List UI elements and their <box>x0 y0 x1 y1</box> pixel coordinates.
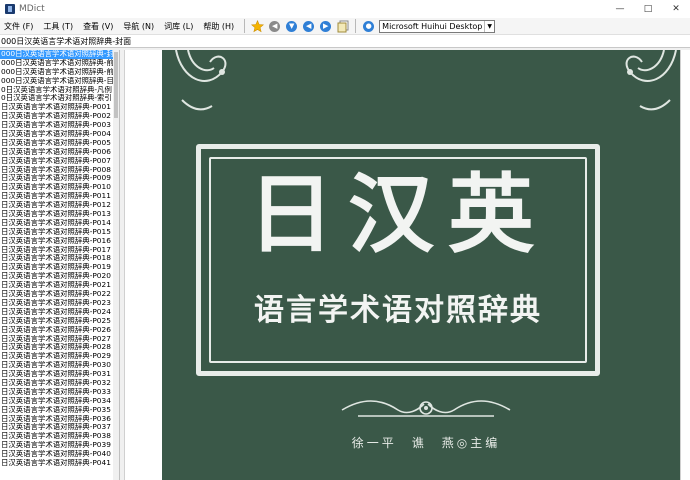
menu-navigate[interactable]: 导航 (N) <box>119 18 160 35</box>
down-arrow-icon[interactable]: ▼ <box>285 20 298 33</box>
word-list-item[interactable]: 日汉英语言学术语对照辞典-P014 <box>0 219 114 228</box>
minimize-button[interactable]: — <box>606 0 634 18</box>
word-list-item[interactable]: 日汉英语言学术语对照辞典-P038 <box>0 432 114 441</box>
word-list: 000日汉英语言学术语对照辞典-封面 000日汉英语言学术语对照辞典-前言1 000… <box>0 50 114 468</box>
word-list-item[interactable]: 日汉英语言学术语对照辞典-P035 <box>0 406 114 415</box>
word-list-item[interactable]: 日汉英语言学术语对照辞典-P002 <box>0 112 114 121</box>
word-list-item[interactable]: 日汉英语言学术语对照辞典-P032 <box>0 379 114 388</box>
word-list-item[interactable]: 日汉英语言学术语对照辞典-P023 <box>0 299 114 308</box>
word-list-item[interactable]: 日汉英语言学术语对照辞典-P029 <box>0 352 114 361</box>
word-list-item[interactable]: 日汉英语言学术语对照辞典-P025 <box>0 317 114 326</box>
word-list-item[interactable]: 日汉英语言学术语对照辞典-P004 <box>0 130 114 139</box>
word-list-item[interactable]: 日汉英语言学术语对照辞典-P028 <box>0 343 114 352</box>
word-list-item[interactable]: 日汉英语言学术语对照辞典-P040 <box>0 450 114 459</box>
word-list-item[interactable]: 日汉英语言学术语对照辞典-P001 <box>0 103 114 112</box>
word-list-item[interactable]: 日汉英语言学术语对照辞典-P005 <box>0 139 114 148</box>
word-list-item[interactable]: 000日汉英语言学术语对照辞典-前言2 <box>0 68 114 77</box>
word-list-item[interactable]: 日汉英语言学术语对照辞典-P013 <box>0 210 114 219</box>
search-input[interactable]: 000日汉英语言学术语对照辞典-封面 <box>0 35 690 48</box>
cover-title: 日汉英 <box>248 164 548 265</box>
maximize-button[interactable]: □ <box>634 0 662 18</box>
word-list-item[interactable]: 日汉英语言学术语对照辞典-P034 <box>0 397 114 406</box>
word-list-item[interactable]: 日汉英语言学术语对照辞典-P036 <box>0 415 114 424</box>
cover-authors: 徐一平 谯 燕◎主编 <box>351 436 501 450</box>
title-bar: MDict — □ ✕ <box>0 0 690 18</box>
chevron-down-icon: ▼ <box>484 20 495 32</box>
favorites-star-icon[interactable] <box>251 19 265 33</box>
word-list-item[interactable]: 000日汉英语言学术语对照辞典-前言1 <box>0 59 114 68</box>
ornament-top-icon <box>175 50 677 111</box>
word-list-item[interactable]: 000日汉英语言学术语对照辞典-目录 <box>0 77 114 86</box>
word-list-item[interactable]: 日汉英语言学术语对照辞典-P041 <box>0 459 114 468</box>
menu-file[interactable]: 文件 (F) <box>0 18 39 35</box>
toolbar-separator <box>244 19 246 33</box>
word-list-item[interactable]: 0日汉英语言学术语对照辞典-凡例 <box>0 86 114 95</box>
left-arrow-icon[interactable]: ◀ <box>302 20 315 33</box>
menu-help[interactable]: 帮助 (H) <box>199 18 240 35</box>
voice-select-value: Microsoft Huihui Desktop - C <box>382 21 496 31</box>
word-list-item[interactable]: 日汉英语言学术语对照辞典-P030 <box>0 361 114 370</box>
word-list-scrollbar[interactable] <box>113 50 119 480</box>
word-list-item[interactable]: 日汉英语言学术语对照辞典-P008 <box>0 166 114 175</box>
menu-view[interactable]: 查看 (V) <box>79 18 119 35</box>
word-list-item[interactable]: 日汉英语言学术语对照辞典-P007 <box>0 157 114 166</box>
word-list-item[interactable]: 日汉英语言学术语对照辞典-P020 <box>0 272 114 281</box>
cover-subtitle: 语言学术语对照辞典 <box>254 293 542 328</box>
word-list-item[interactable]: 日汉英语言学术语对照辞典-P024 <box>0 308 114 317</box>
word-list-item[interactable]: 日汉英语言学术语对照辞典-P019 <box>0 263 114 272</box>
word-list-item[interactable]: 日汉英语言学术语对照辞典-P039 <box>0 441 114 450</box>
menu-toolbar: 文件 (F) 工具 (T) 查看 (V) 导航 (N) 词库 (L) 帮助 (H… <box>0 18 690 35</box>
cover-title-frame: 日汉英 语言学术语对照辞典 <box>196 144 600 376</box>
word-list-item[interactable]: 日汉英语言学术语对照辞典-P026 <box>0 326 114 335</box>
mdict-app-icon <box>5 4 15 14</box>
word-list-item[interactable]: 日汉英语言学术语对照辞典-P027 <box>0 335 114 344</box>
window-controls: — □ ✕ <box>606 0 690 18</box>
menu-library[interactable]: 词库 (L) <box>160 18 199 35</box>
window-title: MDict <box>19 4 45 14</box>
ornament-bottom-icon <box>341 400 511 417</box>
word-list-item[interactable]: 日汉英语言学术语对照辞典-P009 <box>0 174 114 183</box>
word-list-panel: 000日汉英语言学术语对照辞典-封面 000日汉英语言学术语对照辞典-前言1 000… <box>0 50 120 480</box>
voice-select[interactable]: Microsoft Huihui Desktop - C ▼ <box>379 19 496 33</box>
word-list-item[interactable]: 日汉英语言学术语对照辞典-P010 <box>0 183 114 192</box>
toolbar-separator <box>355 19 357 33</box>
word-list-item[interactable]: 日汉英语言学术语对照辞典-P033 <box>0 388 114 397</box>
word-list-item[interactable]: 日汉英语言学术语对照辞典-P012 <box>0 201 114 210</box>
book-cover-image: 日汉英 语言学术语对照辞典 徐一平 谯 燕◎主编 <box>162 50 690 480</box>
word-list-item[interactable]: 日汉英语言学术语对照辞典-P031 <box>0 370 114 379</box>
word-list-item[interactable]: 0日汉英语言学术语对照辞典-索引 <box>0 94 114 103</box>
close-button[interactable]: ✕ <box>662 0 690 18</box>
entry-content-pane: 日汉英 语言学术语对照辞典 徐一平 谯 燕◎主编 <box>124 50 690 480</box>
scrollbar-thumb[interactable] <box>114 52 118 118</box>
speaker-icon[interactable]: ● <box>362 20 375 33</box>
word-list-item[interactable]: 日汉英语言学术语对照辞典-P021 <box>0 281 114 290</box>
word-list-item[interactable]: 日汉英语言学术语对照辞典-P006 <box>0 148 114 157</box>
menu-tools[interactable]: 工具 (T) <box>39 18 79 35</box>
word-list-item[interactable]: 日汉英语言学术语对照辞典-P003 <box>0 121 114 130</box>
word-list-item[interactable]: 日汉英语言学术语对照辞典-P015 <box>0 228 114 237</box>
right-arrow-icon[interactable]: ▶ <box>319 20 332 33</box>
content-right-margin <box>680 50 690 480</box>
word-list-item[interactable]: 日汉英语言学术语对照辞典-P011 <box>0 192 114 201</box>
word-list-item[interactable]: 日汉英语言学术语对照辞典-P037 <box>0 423 114 432</box>
word-list-item[interactable]: 日汉英语言学术语对照辞典-P017 <box>0 246 114 255</box>
word-list-item[interactable]: 日汉英语言学术语对照辞典-P022 <box>0 290 114 299</box>
copy-icon[interactable] <box>336 20 349 33</box>
word-list-item[interactable]: 000日汉英语言学术语对照辞典-封面 <box>0 50 114 59</box>
word-list-item[interactable]: 日汉英语言学术语对照辞典-P018 <box>0 254 114 263</box>
word-list-item[interactable]: 日汉英语言学术语对照辞典-P016 <box>0 237 114 246</box>
back-arrow-icon[interactable]: ◀ <box>268 20 281 33</box>
